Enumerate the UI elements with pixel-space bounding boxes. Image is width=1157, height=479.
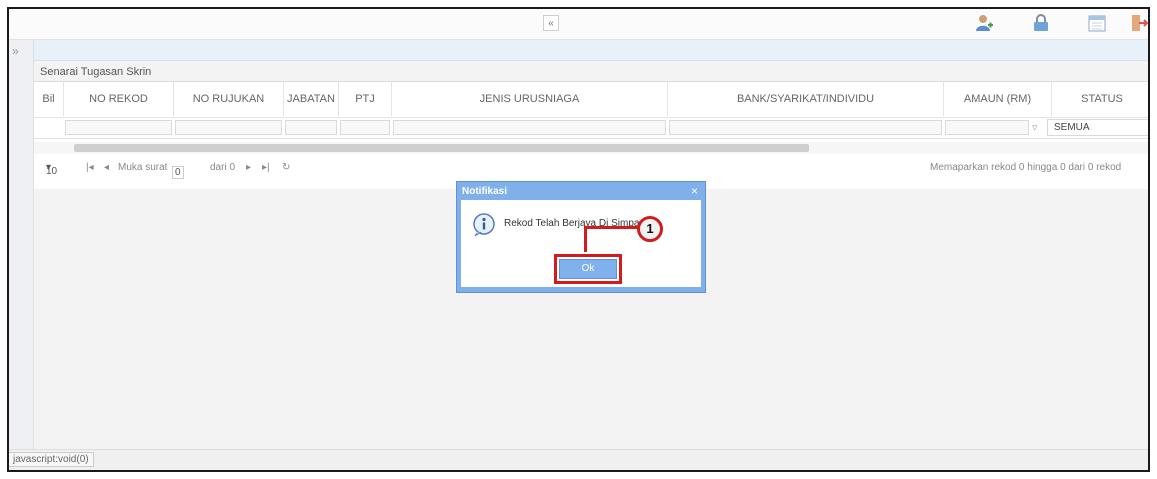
filter-jenis-urusniaga[interactable] xyxy=(393,120,666,135)
info-icon xyxy=(473,213,495,237)
status-link: javascript:void(0) xyxy=(9,452,94,467)
page-size-select[interactable]: 10 ▾ xyxy=(46,162,57,177)
page-label: Muka surat xyxy=(118,162,168,173)
calendar-icon[interactable] xyxy=(1087,13,1107,33)
filter-no-rujukan[interactable] xyxy=(175,120,282,135)
pager: 10 ▾ |◂ ◂ Muka surat 0 dari 0 ▸ ▸| ↻ Mem… xyxy=(46,162,1122,179)
filter-ptj[interactable] xyxy=(340,120,390,135)
column-header-no-rekod[interactable]: NO REKOD xyxy=(64,82,174,116)
top-toolbar: « xyxy=(9,9,1148,40)
status-bar: javascript:void(0) xyxy=(9,449,1148,470)
expand-sidebar-icon[interactable]: » xyxy=(12,44,19,58)
collapse-header-button[interactable]: « xyxy=(543,15,559,31)
lock-icon[interactable] xyxy=(1031,13,1051,33)
column-header-bil[interactable]: Bil xyxy=(34,82,64,116)
user-add-icon[interactable] xyxy=(974,13,994,33)
filter-row: ▿ SEMUA ⌄ xyxy=(34,117,1148,139)
status-filter-value: SEMUA xyxy=(1054,122,1090,133)
status-filter-select[interactable]: SEMUA ⌄ xyxy=(1047,119,1149,136)
callout-connector-vertical xyxy=(584,228,587,252)
column-header-status[interactable]: STATUS xyxy=(1052,82,1148,116)
page-count: dari 0 xyxy=(210,162,236,173)
horizontal-scrollbar[interactable] xyxy=(34,142,1148,154)
breadcrumb-bar xyxy=(34,40,1148,61)
column-header-bank[interactable]: BANK/SYARIKAT/INDIVIDU xyxy=(668,82,944,116)
filter-funnel-icon[interactable]: ▿ xyxy=(1032,121,1038,134)
filter-amaun[interactable] xyxy=(945,120,1029,135)
prev-page-icon[interactable]: ◂ xyxy=(104,162,109,173)
first-page-icon[interactable]: |◂ xyxy=(86,162,94,173)
notification-dialog: Notifikasi × Rekod Telah Berjaya Di Simp… xyxy=(456,181,706,293)
filter-bank[interactable] xyxy=(669,120,942,135)
exit-icon[interactable] xyxy=(1129,13,1149,33)
dialog-title: Notifikasi xyxy=(462,186,508,197)
filter-jabatan[interactable] xyxy=(285,120,337,135)
column-header-jenis-urusniaga[interactable]: JENIS URUSNIAGA xyxy=(392,82,668,116)
column-header-ptj[interactable]: PTJ xyxy=(339,82,392,116)
ok-button[interactable]: Ok xyxy=(559,259,617,279)
column-header-jabatan[interactable]: JABATAN xyxy=(284,82,339,116)
task-grid: Bil NO REKOD NO RUJUKAN JABATAN PTJ JENI… xyxy=(34,81,1148,190)
callout-connector xyxy=(584,226,638,229)
scrollbar-thumb[interactable] xyxy=(74,144,809,152)
next-page-icon[interactable]: ▸ xyxy=(246,162,251,173)
step-badge: 1 xyxy=(637,216,663,242)
refresh-icon[interactable]: ↻ xyxy=(282,162,290,173)
ok-button-highlight: Ok xyxy=(554,254,622,284)
sidebar-strip: » xyxy=(9,40,34,460)
close-icon[interactable]: × xyxy=(691,184,698,198)
column-header-no-rujukan[interactable]: NO RUJUKAN xyxy=(174,82,284,116)
last-page-icon[interactable]: ▸| xyxy=(262,162,270,173)
filter-no-rekod[interactable] xyxy=(65,120,172,135)
column-header-amaun[interactable]: AMAUN (RM) xyxy=(944,82,1052,116)
chevron-down-icon: ⌄ xyxy=(1148,120,1149,135)
section-title: Senarai Tugasan Skrin xyxy=(40,66,152,78)
pager-summary: Memaparkan rekod 0 hingga 0 dari 0 rekod xyxy=(930,162,1122,173)
dialog-body: Rekod Telah Berjaya Di Simpan Ok xyxy=(461,200,701,287)
